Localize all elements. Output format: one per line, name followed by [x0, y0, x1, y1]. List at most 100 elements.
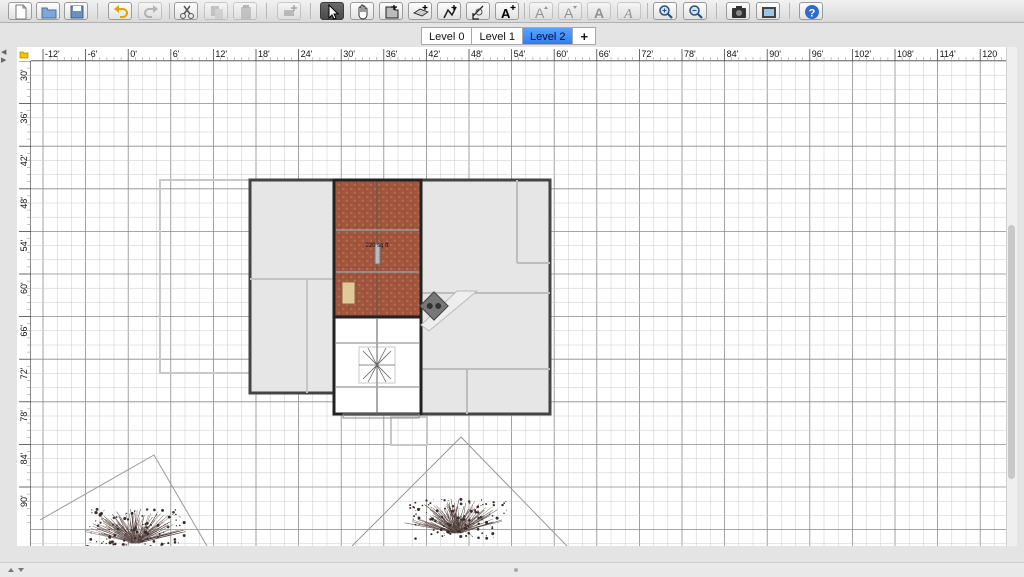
decrease-text-size-button[interactable]: A	[558, 2, 582, 20]
undo-icon	[113, 4, 129, 20]
ruler-x-label: 114'	[940, 49, 956, 59]
create-walls-button[interactable]	[379, 2, 403, 20]
undo-button[interactable]	[108, 2, 132, 20]
paste-icon	[238, 4, 254, 20]
vertical-ruler[interactable]: 30'36'42'48'54'60'66'72'78'84'90'	[17, 47, 31, 546]
ruler-x-label: 60'	[556, 49, 568, 59]
room-left[interactable]	[250, 180, 334, 393]
tree-icon[interactable]	[405, 498, 507, 540]
wall-icon	[384, 4, 400, 20]
add-furniture-button[interactable]	[277, 2, 301, 20]
svg-text:A: A	[564, 5, 574, 20]
ruler-x-label: 78'	[684, 49, 696, 59]
create-photo-button[interactable]	[726, 2, 750, 20]
ruler-x-label: 24'	[301, 49, 313, 59]
ruler-x-label: 66'	[599, 49, 611, 59]
room-right[interactable]	[421, 180, 550, 414]
create-rooms-button[interactable]	[408, 2, 432, 20]
create-dimensions-button[interactable]	[466, 2, 490, 20]
ruler-x-label: 96'	[812, 49, 824, 59]
split-handle-icon[interactable]	[512, 566, 520, 574]
cut-button[interactable]	[174, 2, 198, 20]
ruler-x-label: 84'	[727, 49, 739, 59]
text-size-up-icon: A	[534, 4, 550, 20]
create-polylines-button[interactable]	[437, 2, 461, 20]
ruler-x-label: 48'	[471, 49, 483, 59]
save-button[interactable]	[64, 2, 88, 20]
lower-level-outline	[391, 417, 427, 445]
ruler-x-label: 72'	[641, 49, 653, 59]
ruler-x-label: 36'	[386, 49, 398, 59]
camera-icon	[731, 4, 747, 20]
redo-button[interactable]	[138, 2, 162, 20]
zoom-out-icon	[688, 4, 704, 20]
video-icon	[761, 4, 777, 20]
copy-icon	[209, 4, 225, 20]
room-area-label: 220 sq ft	[365, 243, 388, 249]
copy-button[interactable]	[204, 2, 228, 20]
italic-icon: A	[622, 4, 638, 20]
help-button[interactable]: ?	[799, 2, 823, 20]
svg-text:A: A	[501, 6, 511, 20]
save-icon	[69, 4, 85, 20]
select-mode-button[interactable]	[320, 2, 344, 20]
svg-text:?: ?	[809, 8, 816, 20]
ruler-x-label: -12'	[45, 49, 60, 59]
tab-level-0[interactable]: Level 0	[421, 27, 471, 45]
ruler-x-label: 42'	[428, 49, 440, 59]
svg-text:A: A	[535, 5, 545, 20]
split-arrows-icon[interactable]	[6, 564, 36, 576]
text-icon: A	[500, 4, 516, 20]
add-text-button[interactable]: A	[495, 2, 519, 20]
zoom-in-icon	[658, 4, 674, 20]
toolbar: A A A A A ?	[0, 0, 1024, 23]
svg-text:A: A	[594, 5, 604, 20]
ruler-x-label: 30'	[343, 49, 355, 59]
plan-view[interactable]: 220 sq ft	[17, 47, 1006, 546]
new-home-button[interactable]	[8, 2, 32, 20]
toolbar-separator	[716, 3, 717, 19]
toolbar-separator	[97, 3, 98, 19]
zoom-out-button[interactable]	[683, 2, 707, 20]
tab-level-2[interactable]: Level 2	[522, 27, 572, 45]
vertical-scrollbar[interactable]	[1006, 47, 1017, 546]
paste-button[interactable]	[233, 2, 257, 20]
hand-icon	[355, 4, 371, 20]
ruler-x-label: 6'	[173, 49, 180, 59]
horizontal-ruler[interactable]: -12'-6'0'6'12'18'24'30'36'42'48'54'60'66…	[17, 47, 1006, 61]
scissors-icon	[179, 4, 195, 20]
polyline-icon	[442, 4, 458, 20]
add-level-button[interactable]: +	[572, 27, 596, 45]
toolbar-separator	[789, 3, 790, 19]
toolbar-separator	[266, 3, 267, 19]
new-document-icon	[13, 4, 29, 20]
ruler-x-label: 108'	[897, 49, 914, 59]
bold-text-button[interactable]: A	[587, 2, 611, 20]
folder-icon	[17, 47, 31, 61]
ruler-x-label: 0'	[130, 49, 137, 59]
scrollbar-thumb[interactable]	[1008, 225, 1015, 479]
ruler-corner	[17, 47, 31, 61]
increase-text-size-button[interactable]: A	[529, 2, 553, 20]
arrow-cursor-icon	[325, 4, 341, 20]
tab-level-1[interactable]: Level 1	[471, 27, 521, 45]
split-pane-arrows[interactable]: ◀▶	[1, 49, 6, 65]
pan-mode-button[interactable]	[350, 2, 374, 20]
ruler-x-label: 120	[982, 49, 997, 59]
open-button[interactable]	[36, 2, 60, 20]
redo-icon	[143, 4, 159, 20]
dimension-icon	[471, 4, 487, 20]
svg-text:A: A	[623, 7, 633, 20]
plan-canvas[interactable]: 220 sq ft	[17, 47, 1006, 546]
zoom-in-button[interactable]	[653, 2, 677, 20]
staircase-icon	[359, 347, 395, 383]
bold-icon: A	[592, 4, 608, 20]
ruler-x-label: 18'	[258, 49, 270, 59]
chair-icon[interactable]	[342, 282, 355, 304]
italic-text-button[interactable]: A	[617, 2, 641, 20]
add-furniture-icon	[282, 4, 298, 20]
create-video-button[interactable]	[756, 2, 780, 20]
ruler-x-label: 102'	[854, 49, 871, 59]
level-tabs-bar: ◀▶ Level 0 Level 1 Level 2 +	[0, 23, 1024, 46]
toolbar-separator	[169, 3, 170, 19]
